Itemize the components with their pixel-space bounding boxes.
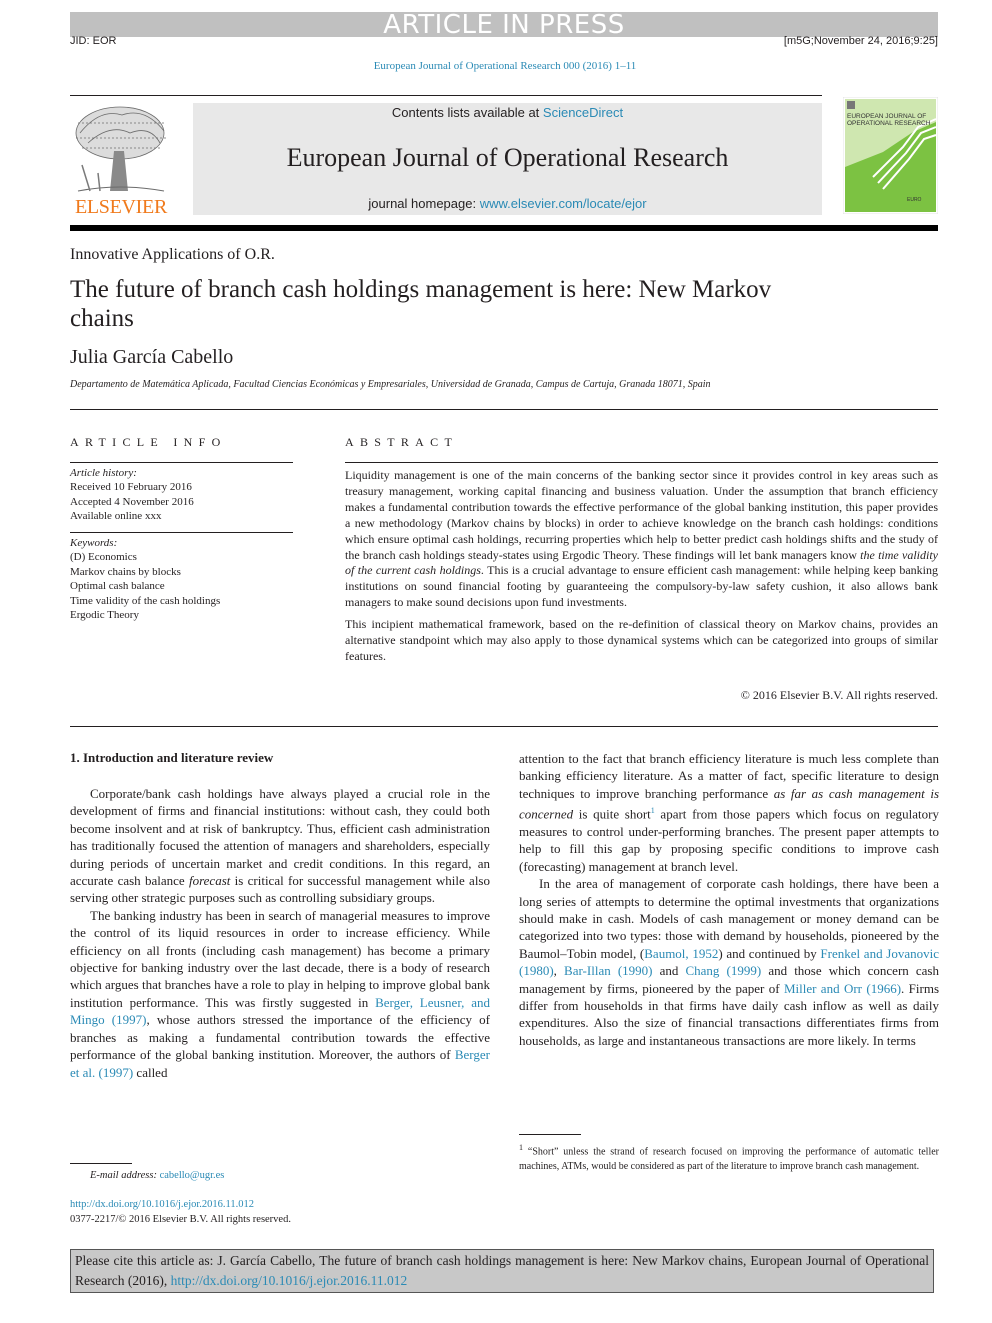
article-title: The future of branch cash holdings manag… xyxy=(70,276,772,332)
abstract-text-span: Liquidity management is one of the main … xyxy=(345,468,938,562)
body-text: ) and continued by xyxy=(718,945,821,961)
article-info-heading: ARTICLE INFO xyxy=(70,435,227,449)
body-text: and xyxy=(652,963,686,979)
footnote-1: 1 “Short” unless the strand of research … xyxy=(519,1141,939,1175)
history-accepted: Accepted 4 November 2016 xyxy=(70,495,194,508)
citation-link-miller-orr[interactable]: Miller and Orr (1966) xyxy=(784,981,901,996)
section-heading: 1. Introduction and literature review xyxy=(70,750,274,765)
history-online: Available online xxx xyxy=(70,510,162,523)
article-section-type: Innovative Applications of O.R. xyxy=(70,246,275,263)
history-received: Received 10 February 2016 xyxy=(70,481,192,494)
body-paragraph: attention to the fact that branch effici… xyxy=(519,750,939,875)
body-paragraph: Corporate/bank cash holdings have always… xyxy=(70,785,490,907)
journal-reference-link[interactable]: European Journal of Operational Research… xyxy=(0,60,992,72)
contents-prefix: Contents lists available at xyxy=(391,105,543,120)
keyword: Ergodic Theory xyxy=(70,609,139,622)
author-affiliation: Departamento de Matemática Aplicada, Fac… xyxy=(70,379,711,390)
body-paragraph: In the area of management of corporate c… xyxy=(519,875,939,1049)
citation-box: Please cite this article as: J. García C… xyxy=(70,1249,934,1293)
cover-title-line1: EUROPEAN JOURNAL OF xyxy=(847,113,926,120)
homepage-link[interactable]: www.elsevier.com/locate/ejor xyxy=(480,196,647,211)
body-text: , xyxy=(553,963,565,979)
header-rule xyxy=(70,95,822,96)
keywords-label: Keywords: xyxy=(70,537,118,549)
footnote-text: “Short” unless the strand of research fo… xyxy=(519,1146,939,1172)
keyword: (D) Economics xyxy=(70,551,137,564)
issn-copyright: 0377-2217/© 2016 Elsevier B.V. All right… xyxy=(70,1213,291,1225)
abstract-paragraph-2: This incipient mathematical framework, b… xyxy=(345,617,938,663)
cover-title-line2: OPERATIONAL RESEARCH xyxy=(847,120,931,127)
citation-link-bar-illan[interactable]: Bar-Illan (1990) xyxy=(564,963,652,978)
body-emphasis: forecast xyxy=(188,873,231,889)
front-matter-rule xyxy=(70,409,938,410)
keyword: Optimal cash balance xyxy=(70,580,165,593)
keywords-rule xyxy=(70,532,293,533)
article-in-press-banner: ARTICLE IN PRESS xyxy=(70,12,938,39)
homepage-prefix: journal homepage: xyxy=(368,196,480,211)
article-author: Julia García Cabello xyxy=(70,346,234,368)
footnote-rule xyxy=(519,1134,581,1135)
author-footnote-rule xyxy=(70,1163,132,1164)
abstract-text: Liquidity management is one of the main … xyxy=(345,468,938,671)
journal-title: European Journal of Operational Research xyxy=(286,143,729,172)
article-info-rule xyxy=(70,462,293,463)
elsevier-wordmark: ELSEVIER xyxy=(74,196,168,218)
abstract-paragraph-1: Liquidity management is one of the main … xyxy=(345,468,938,611)
sciencedirect-link[interactable]: ScienceDirect xyxy=(543,105,623,120)
article-history: Article history: Received 10 February 20… xyxy=(70,466,194,524)
abstract-copyright: © 2016 Elsevier B.V. All rights reserved… xyxy=(740,688,938,702)
email-label: E-mail address: xyxy=(90,1170,160,1181)
keywords-list: Keywords: (D) Economics Markov chains by… xyxy=(70,536,220,622)
keyword: Markov chains by blocks xyxy=(70,565,181,578)
citation-doi-link[interactable]: http://dx.doi.org/10.1016/j.ejor.2016.11… xyxy=(171,1273,408,1288)
abstract-heading: ABSTRACT xyxy=(345,435,459,449)
cover-badge: EURO xyxy=(907,197,922,203)
abstract-rule xyxy=(345,462,938,463)
journal-cover-image: EUROPEAN JOURNAL OF OPERATIONAL RESEARCH… xyxy=(843,97,938,214)
history-label: Article history: xyxy=(70,467,137,479)
masthead-divider xyxy=(70,225,938,231)
journal-id: JID: EOR xyxy=(70,35,117,47)
journal-homepage: journal homepage: www.elsevier.com/locat… xyxy=(193,196,822,211)
doi-link[interactable]: http://dx.doi.org/10.1016/j.ejor.2016.11… xyxy=(70,1199,254,1210)
body-right-column: attention to the fact that branch effici… xyxy=(519,750,939,1049)
body-left-column: Corporate/bank cash holdings have always… xyxy=(70,785,490,1081)
author-email: E-mail address: cabello@ugr.es xyxy=(90,1170,224,1181)
email-link[interactable]: cabello@ugr.es xyxy=(160,1170,225,1181)
citation-link-baumol[interactable]: Baumol, 1952 xyxy=(644,946,718,961)
citation-link-chang[interactable]: Chang (1999) xyxy=(685,963,761,978)
body-text: is quite short xyxy=(573,806,651,822)
doi-block: http://dx.doi.org/10.1016/j.ejor.2016.11… xyxy=(70,1198,291,1227)
contents-availability: Contents lists available at ScienceDirec… xyxy=(193,105,822,120)
build-stamp: [m5G;November 24, 2016;9:25] xyxy=(783,35,938,47)
body-paragraph: The banking industry has been in search … xyxy=(70,907,490,1081)
keyword: Time validity of the cash holdings xyxy=(70,594,221,607)
abstract-end-rule xyxy=(70,726,938,727)
body-text: called xyxy=(133,1064,168,1080)
